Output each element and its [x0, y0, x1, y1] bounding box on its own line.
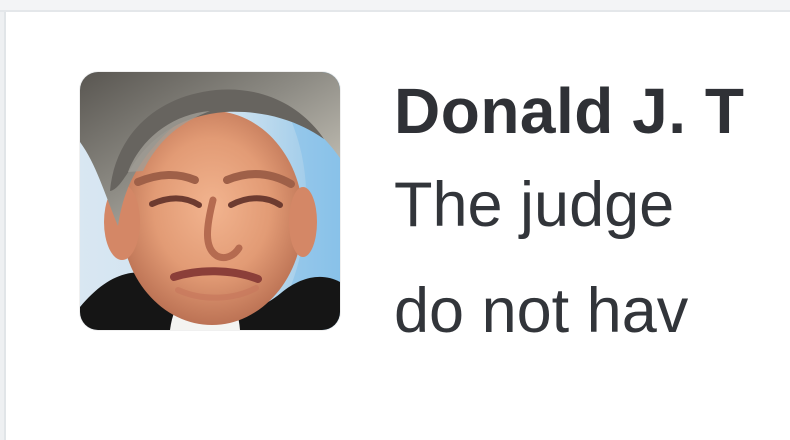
tweet-content[interactable]: Donald J. T The judge do not hav [394, 70, 790, 380]
tweet-card[interactable]: Donald J. T The judge do not hav [8, 14, 790, 440]
top-divider [0, 0, 790, 12]
left-border [0, 12, 6, 440]
tweet-card-frame: Donald J. T The judge do not hav [0, 0, 790, 440]
author-name[interactable]: Donald J. T [394, 70, 790, 152]
profile-avatar[interactable] [80, 72, 340, 330]
tweet-text-line-2: do not hav [394, 276, 689, 346]
tweet-text-line-1: The judge [394, 170, 675, 240]
profile-photo-icon [80, 72, 340, 330]
